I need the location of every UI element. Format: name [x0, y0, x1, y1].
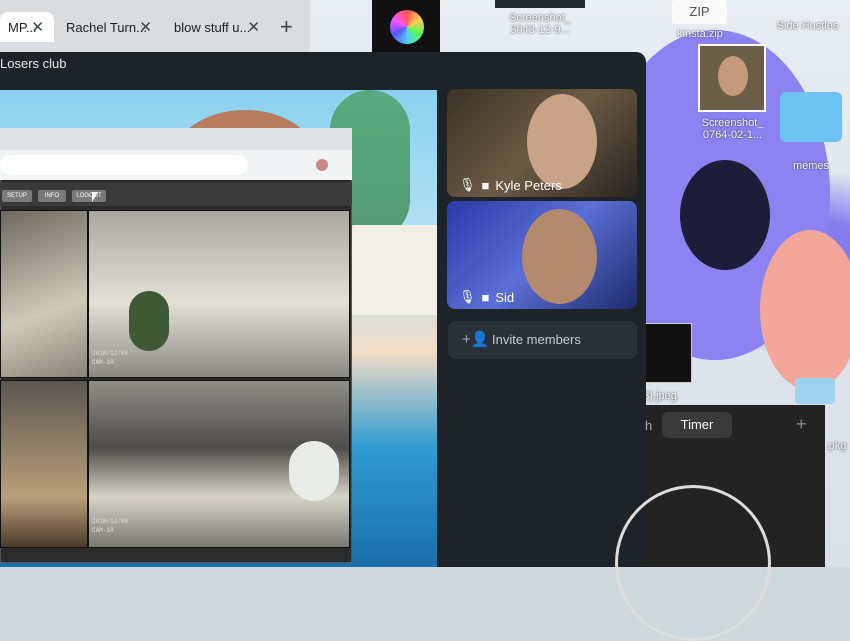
desktop-icon-label-side-hustles: Side Hustles	[776, 20, 839, 32]
call-title: Losers club	[0, 56, 67, 71]
jpeg-thumbnail-icon[interactable]	[645, 323, 692, 383]
camera-feed[interactable]	[0, 210, 88, 378]
screenshot-thumb-top[interactable]	[495, 0, 585, 8]
participant-name: Sid	[495, 289, 515, 305]
camera-id: CAM-10	[92, 359, 114, 366]
browser-tab[interactable]: MP... ✕	[0, 12, 54, 42]
wallpaper-monster-hand	[760, 230, 850, 390]
invite-members-button[interactable]: +👤 Invite members	[448, 321, 637, 359]
address-bar[interactable]	[0, 155, 248, 175]
folder-icon[interactable]	[780, 92, 842, 142]
tab-timer[interactable]: Timer	[662, 412, 732, 438]
info-button[interactable]: INFO	[38, 190, 66, 202]
close-icon[interactable]: ✕	[31, 18, 44, 36]
microphone-icon: 🎙	[459, 177, 476, 192]
participant-face	[522, 209, 597, 304]
tab-label: Rachel Turn...	[66, 19, 147, 35]
invite-label: Invite members	[492, 332, 581, 347]
close-icon[interactable]: ✕	[247, 18, 260, 36]
tab-partial[interactable]: h	[645, 418, 652, 433]
participant-namebar: 🎙 ■ Sid	[459, 289, 514, 305]
desktop-icon-label-screenshot2: Screenshot_ 0764-02-1...	[701, 117, 764, 141]
mouse-cursor-icon	[92, 192, 98, 202]
browser-tab[interactable]: blow stuff u... ✕	[166, 12, 270, 42]
color-picker-app[interactable]	[372, 0, 440, 55]
timer-dial	[615, 485, 771, 641]
participant-name: Kyle Peters	[495, 177, 562, 193]
participant-video-tile[interactable]: 🎙 ■ Sid	[447, 201, 637, 309]
add-button[interactable]: +	[796, 414, 807, 435]
desktop-icon-label-kinsta: kinsta.zip	[677, 28, 723, 40]
camera-icon: ■	[481, 177, 490, 193]
camera-icon: ■	[481, 289, 490, 305]
plant-image	[129, 291, 169, 351]
screenshot-thumbnail-icon[interactable]	[698, 44, 766, 112]
participant-video-tile[interactable]: 🎙 ■ Kyle Peters	[447, 89, 637, 197]
camera-feed[interactable]	[0, 380, 88, 548]
setup-button[interactable]: SETUP	[2, 190, 32, 202]
camera-id: CAM-10	[92, 527, 114, 534]
tab-label: blow stuff u...	[174, 19, 251, 35]
color-wheel-icon	[390, 10, 424, 44]
inner-browser-titlebar[interactable]	[0, 128, 352, 150]
wallpaper-monster-face	[680, 160, 770, 270]
microphone-icon: 🎙	[459, 289, 476, 304]
browser-tab[interactable]: Rachel Turn... ✕	[58, 12, 162, 42]
desktop-icon-label-pkg: .pkg	[825, 440, 847, 452]
new-tab-button[interactable]: +	[280, 14, 293, 40]
profile-avatar[interactable]	[316, 159, 328, 171]
camera-timestamp: 2010/12/06	[92, 350, 129, 357]
logout-button[interactable]: LOGOUT	[72, 190, 106, 202]
participant-face	[527, 94, 597, 189]
secondary-window	[350, 225, 437, 315]
camera-timestamp: 2010/12/06	[92, 518, 129, 525]
package-icon[interactable]	[795, 378, 835, 404]
person-face-icon	[718, 56, 748, 96]
browser-tab-strip: MP... ✕ Rachel Turn... ✕ blow stuff u...…	[0, 0, 310, 52]
add-user-icon: +👤	[462, 331, 490, 348]
close-icon[interactable]: ✕	[139, 18, 152, 36]
plant-image	[289, 441, 339, 501]
participant-namebar: 🎙 ■ Kyle Peters	[459, 177, 562, 193]
desktop-icon-label-screenshot1: Screenshot_ 3043-12-9...	[509, 12, 571, 36]
zip-file-icon[interactable]: ZIP	[672, 0, 727, 24]
desktop-icon-label-memes: memes	[792, 160, 830, 172]
